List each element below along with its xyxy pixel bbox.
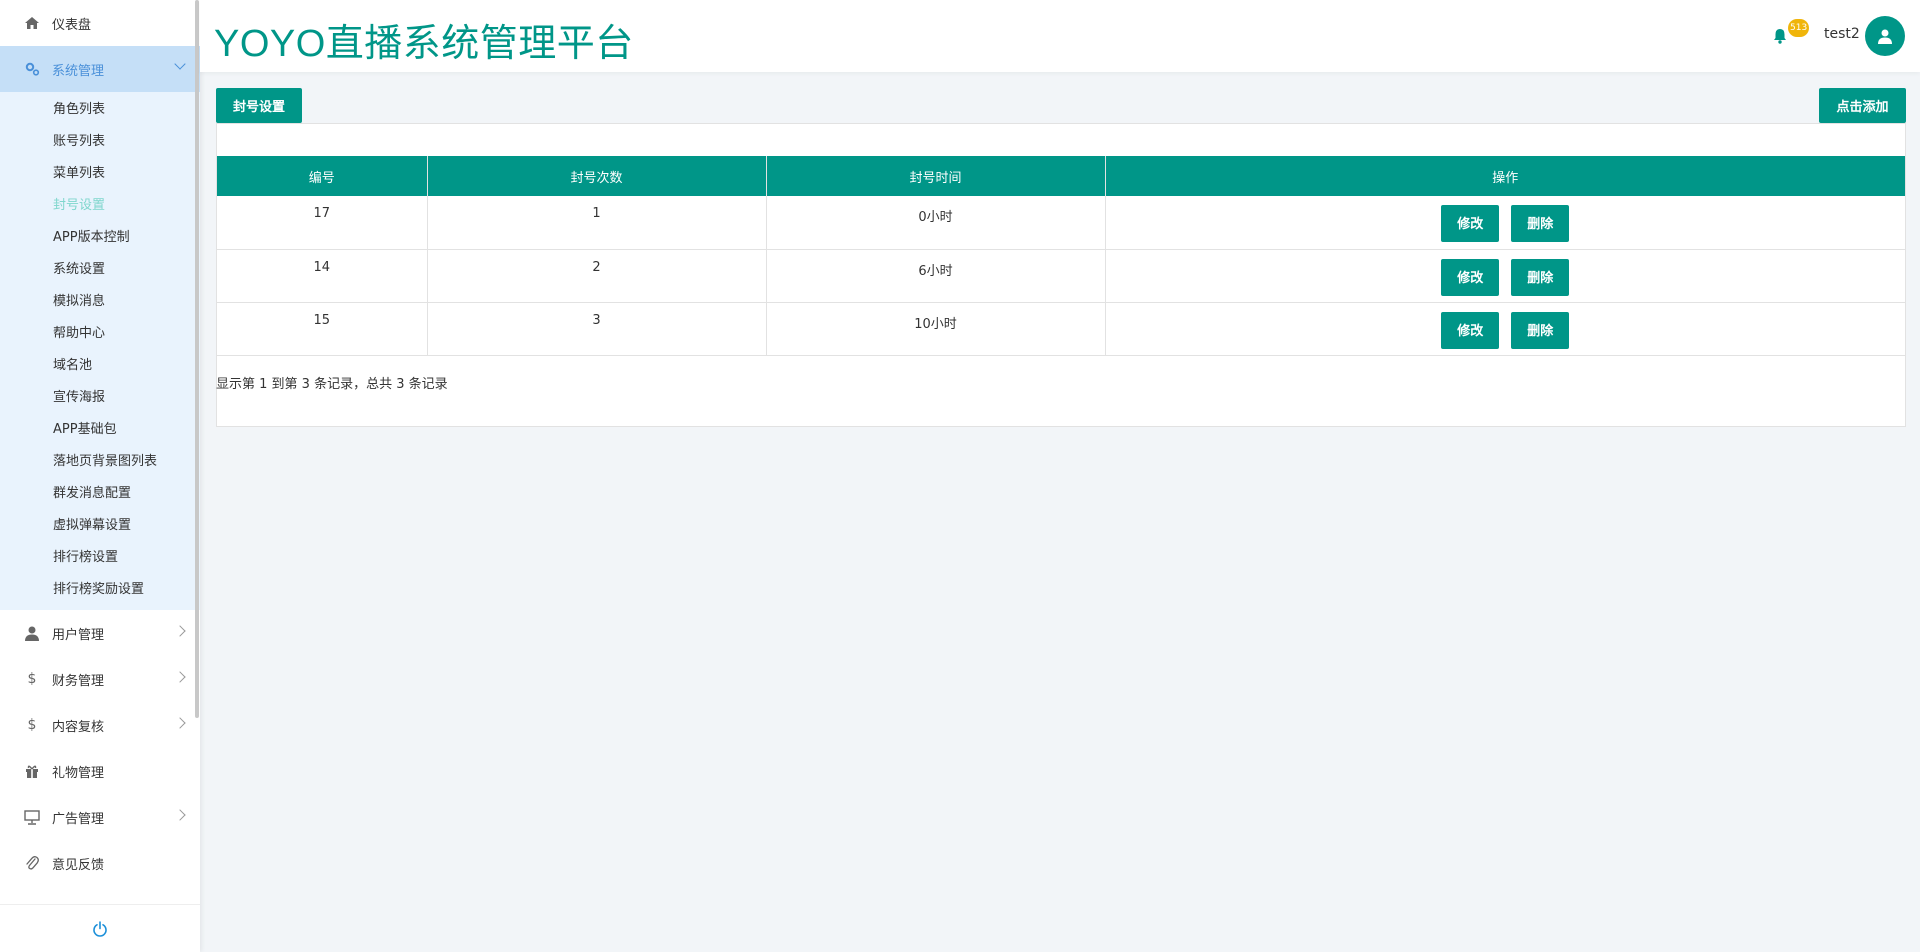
sidebar-scrollbar[interactable]	[195, 0, 199, 718]
chevron-right-icon	[174, 717, 186, 729]
header-actions: 操作	[1105, 156, 1905, 196]
header-ban-time: 封号时间	[766, 156, 1106, 196]
add-button[interactable]: 点击添加	[1819, 88, 1906, 123]
cell-id: 17	[217, 196, 428, 250]
menu-system-management[interactable]: 系统管理	[0, 46, 200, 92]
main-content: 封号设置 点击添加 编号 封号次数 封号时间 操作 17 1 0小时 修改 删除…	[200, 72, 1920, 952]
system-submenu: 角色列表 账号列表 菜单列表 封号设置 APP版本控制 系统设置 模拟消息 帮助…	[0, 92, 200, 610]
chevron-right-icon	[174, 809, 186, 821]
menu-label: 财务管理	[52, 673, 105, 689]
table-header-row: 编号 封号次数 封号时间 操作	[217, 156, 1905, 196]
menu-gift-management[interactable]: 礼物管理	[0, 748, 200, 794]
menu-content-review[interactable]: $ 内容复核	[0, 702, 200, 748]
sidebar-menu: 仪表盘 系统管理 角色列表 账号列表 菜单列表 封号设置 APP版本控制 系统设…	[0, 0, 200, 900]
avatar[interactable]	[1865, 16, 1905, 56]
cell-actions: 修改 删除	[1105, 249, 1905, 303]
cell-id: 14	[217, 249, 428, 303]
submenu-domain-pool[interactable]: 域名池	[0, 350, 200, 382]
cell-ban-time: 6小时	[766, 249, 1106, 303]
menu-finance-management[interactable]: $ 财务管理	[0, 656, 200, 702]
user-avatar-icon	[1878, 29, 1892, 44]
ban-settings-table: 编号 封号次数 封号时间 操作 17 1 0小时 修改 删除 14 2 6小时 …	[217, 156, 1905, 356]
tab-ban-settings[interactable]: 封号设置	[216, 88, 302, 123]
cogs-icon	[24, 61, 40, 77]
submenu-leaderboard-rewards[interactable]: 排行榜奖励设置	[0, 574, 200, 606]
menu-label: 礼物管理	[52, 765, 105, 781]
submenu-help-center[interactable]: 帮助中心	[0, 318, 200, 350]
menu-label: 广告管理	[52, 811, 105, 827]
submenu-app-base-package[interactable]: APP基础包	[0, 414, 200, 446]
cell-actions: 修改 删除	[1105, 196, 1905, 250]
paperclip-icon	[24, 855, 40, 871]
menu-ad-management[interactable]: 广告管理	[0, 794, 200, 840]
header-id: 编号	[217, 156, 428, 196]
cell-ban-time: 0小时	[766, 196, 1106, 250]
submenu-role-list[interactable]: 角色列表	[0, 94, 200, 126]
menu-label: 系统管理	[52, 63, 105, 79]
submenu-system-settings[interactable]: 系统设置	[0, 254, 200, 286]
edit-button[interactable]: 修改	[1441, 311, 1500, 349]
monitor-icon	[24, 809, 40, 825]
notification-badge: 513	[1788, 19, 1810, 37]
menu-label: 意见反馈	[52, 857, 105, 873]
submenu-leaderboard-settings[interactable]: 排行榜设置	[0, 542, 200, 574]
menu-label: 仪表盘	[52, 17, 92, 33]
app-title: YOYO直播系统管理平台	[214, 23, 634, 65]
submenu-broadcast-config[interactable]: 群发消息配置	[0, 478, 200, 510]
pagination-summary: 显示第 1 到第 3 条记录，总共 3 条记录	[216, 377, 448, 392]
submenu-danmaku-settings[interactable]: 虚拟弹幕设置	[0, 510, 200, 542]
submenu-account-list[interactable]: 账号列表	[0, 126, 200, 158]
chevron-right-icon	[174, 671, 186, 683]
cell-actions: 修改 删除	[1105, 302, 1905, 356]
header-ban-count: 封号次数	[427, 156, 767, 196]
menu-dashboard[interactable]: 仪表盘	[0, 0, 200, 46]
menu-label: 用户管理	[52, 627, 105, 643]
table-row: 17 1 0小时 修改 删除	[217, 196, 1905, 250]
home-icon	[24, 15, 40, 31]
edit-button[interactable]: 修改	[1441, 258, 1500, 296]
gift-icon	[24, 763, 40, 779]
logout-button[interactable]	[0, 904, 200, 952]
table-row: 14 2 6小时 修改 删除	[217, 249, 1905, 303]
delete-button[interactable]: 删除	[1511, 258, 1570, 296]
chevron-down-icon	[174, 58, 186, 70]
chevron-right-icon	[174, 625, 186, 637]
menu-label: 内容复核	[52, 719, 105, 735]
bell-icon[interactable]	[1772, 28, 1788, 44]
power-icon	[93, 920, 107, 937]
menu-user-management[interactable]: 用户管理	[0, 610, 200, 656]
delete-button[interactable]: 删除	[1511, 311, 1570, 349]
submenu-mock-messages[interactable]: 模拟消息	[0, 286, 200, 318]
cell-id: 15	[217, 302, 428, 356]
table-row: 15 3 10小时 修改 删除	[217, 302, 1905, 356]
table-container: 编号 封号次数 封号时间 操作 17 1 0小时 修改 删除 14 2 6小时 …	[216, 123, 1906, 427]
cell-ban-time: 10小时	[766, 302, 1106, 356]
user-icon	[24, 625, 40, 641]
top-header: YOYO直播系统管理平台 513 test2	[200, 0, 1920, 72]
submenu-posters[interactable]: 宣传海报	[0, 382, 200, 414]
cell-ban-count: 2	[427, 249, 767, 303]
delete-button[interactable]: 删除	[1511, 205, 1570, 242]
edit-button[interactable]: 修改	[1441, 205, 1500, 242]
cell-ban-count: 1	[427, 196, 767, 250]
username[interactable]: test2	[1824, 26, 1860, 42]
dollar-icon: $	[27, 717, 37, 733]
sidebar: 仪表盘 系统管理 角色列表 账号列表 菜单列表 封号设置 APP版本控制 系统设…	[0, 0, 200, 952]
dollar-icon: $	[27, 671, 37, 687]
submenu-menu-list[interactable]: 菜单列表	[0, 158, 200, 190]
menu-feedback[interactable]: 意见反馈	[0, 840, 200, 886]
submenu-ban-settings[interactable]: 封号设置	[0, 190, 200, 222]
submenu-app-version[interactable]: APP版本控制	[0, 222, 200, 254]
submenu-landing-backgrounds[interactable]: 落地页背景图列表	[0, 446, 200, 478]
cell-ban-count: 3	[427, 302, 767, 356]
